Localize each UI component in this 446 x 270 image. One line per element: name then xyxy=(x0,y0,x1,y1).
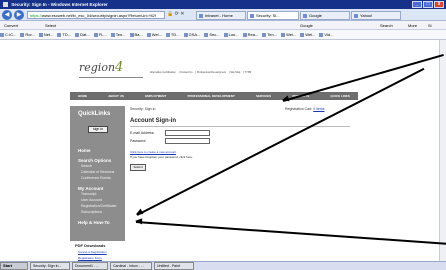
bookmark-item[interactable]: Net... xyxy=(38,30,53,39)
left-sidebar: QuickLinks sign in Home Search Options S… xyxy=(70,106,125,241)
pdf-registration-form[interactable]: Registration Form xyxy=(78,256,102,260)
maximize-button[interactable]: □ xyxy=(423,1,433,8)
quicklinks-heading: QuickLinks xyxy=(78,111,111,117)
create-account-link[interactable]: Click here to create a new account xyxy=(130,150,176,154)
toplink-typr[interactable]: TYPR xyxy=(245,71,252,74)
sidebar-subscriptions[interactable]: Subscriptions xyxy=(81,210,102,214)
bookmark-item[interactable]: Wel... xyxy=(146,30,162,39)
title-divider xyxy=(130,126,350,127)
forgot-password-text[interactable]: If you have forgotten your password, cli… xyxy=(130,155,193,159)
bookmark-item[interactable]: Ten... xyxy=(110,30,126,39)
page-title: Account Sign-in xyxy=(130,118,176,124)
sidebar-home[interactable]: Home xyxy=(78,148,91,153)
logo-number: 4 xyxy=(115,60,124,75)
submit-button[interactable]: Submit xyxy=(130,164,146,171)
logo-underline xyxy=(79,77,143,78)
address-bar: ◀ ▶ https://www.escweb.net/tx_esc_04/sec… xyxy=(0,9,446,21)
task-ie[interactable]: Security: Sign In... xyxy=(30,262,70,270)
scrollbar[interactable] xyxy=(439,40,446,261)
nav-employment[interactable]: EMPLOYMENT xyxy=(145,92,166,100)
signin-menu[interactable]: Si xyxy=(428,21,432,30)
refresh-icon[interactable]: ⟳ xyxy=(175,11,179,17)
tab-google[interactable]: Google xyxy=(300,11,350,20)
search-button[interactable]: Search xyxy=(380,21,393,30)
google-search-box[interactable]: Google xyxy=(300,21,313,30)
main-nav: HOME ABOUT US EMPLOYMENT PROFESSIONAL DE… xyxy=(70,92,358,100)
sidebar-search[interactable]: Search xyxy=(81,164,92,168)
toplink-prof-dev[interactable]: Professional Development xyxy=(197,71,226,74)
sidebar-signin-button[interactable]: sign in xyxy=(88,126,108,133)
task-inbox[interactable]: Cardinal - Inbox - ... xyxy=(110,262,152,270)
bookmark-item[interactable]: Lon... xyxy=(223,30,239,39)
bookmark-item[interactable]: Ror... xyxy=(20,30,35,39)
window-title: Security: Sign In - Windows Internet Exp… xyxy=(11,2,108,7)
bookmark-item[interactable]: Ba... xyxy=(129,30,143,39)
sidebar-registration[interactable]: Registration/Certificate xyxy=(81,204,116,208)
registration-cart: Registration Cart: 0 items xyxy=(285,107,325,111)
bookmark-item[interactable]: Wel... xyxy=(281,30,296,39)
task-paint[interactable]: Untitled - Paint xyxy=(154,262,194,270)
bookmark-item[interactable]: Vid... xyxy=(319,30,333,39)
convert-menu[interactable]: Convert xyxy=(4,21,18,30)
region4-logo[interactable]: region4 xyxy=(79,60,123,75)
address-icons: 🔒 ⟳ ✕ xyxy=(167,11,184,17)
tab-yahoo[interactable]: Yahoo! xyxy=(351,11,401,20)
nav-services[interactable]: SERVICES xyxy=(256,92,271,100)
stop-icon[interactable]: ✕ xyxy=(180,11,184,17)
toplink-sitemap[interactable]: Site Map xyxy=(230,71,240,74)
url-field[interactable]: https://www.escweb.net/tx_esc_04/securit… xyxy=(27,11,165,19)
close-button[interactable]: x xyxy=(434,1,444,8)
favorites-bar: C:\C... Ror... Net... TD... Dat... FL... Ten..… xyxy=(0,30,446,40)
password-field[interactable] xyxy=(165,138,210,144)
task-document[interactable]: Document1 - ... xyxy=(72,262,108,270)
bookmark-item[interactable]: Dat... xyxy=(75,30,90,39)
start-button[interactable]: Start xyxy=(0,262,28,270)
forward-icon[interactable]: ▶ xyxy=(14,10,24,20)
bookmark-item[interactable]: Rea... xyxy=(242,30,258,39)
bookmark-item[interactable]: TD... xyxy=(57,30,71,39)
toplink-alt-cert[interactable]: Alternative Certification xyxy=(150,71,176,74)
more-button[interactable]: More xyxy=(408,21,417,30)
sidebar-user-account[interactable]: User Account xyxy=(81,198,102,202)
bookmark-item[interactable]: FL... xyxy=(93,30,107,39)
ie-icon xyxy=(3,2,8,8)
tab-security[interactable]: Security: Si... xyxy=(247,11,299,20)
toplink-contact[interactable]: Contact Us xyxy=(180,71,192,74)
back-icon[interactable]: ◀ xyxy=(2,10,12,20)
nav-home[interactable]: HOME xyxy=(78,92,87,100)
nav-prof-dev[interactable]: PROFESSIONAL DEVELOPMENT xyxy=(188,92,235,100)
bookmark-item[interactable]: C:\C... xyxy=(0,30,16,39)
bookmark-item[interactable]: TD... xyxy=(165,30,180,39)
sidebar-calendar[interactable]: Calendar of Sessions xyxy=(81,170,114,174)
sidebar-help[interactable]: Help & How-To xyxy=(78,220,110,225)
bookmark-item[interactable]: Wel... xyxy=(300,30,315,39)
sidebar-transcript[interactable]: Transcript xyxy=(81,192,96,196)
bookmark-item[interactable]: GSA... xyxy=(183,30,200,39)
tab-intranet[interactable]: Intranet - Home xyxy=(196,11,246,20)
pdf-cancel-registration[interactable]: Cancel a Registration xyxy=(78,250,107,254)
pdf-downloads-heading: PDF Downloads xyxy=(75,243,106,248)
sidebar-conference[interactable]: Conference Events xyxy=(81,176,111,180)
top-links: Alternative Certification | Contact Us | P… xyxy=(150,71,252,74)
url-scheme: https:// xyxy=(30,13,43,18)
bookmark-item[interactable]: Sec... xyxy=(204,30,220,39)
bookmark-item[interactable]: Ten... xyxy=(262,30,277,39)
password-label: Password: xyxy=(130,139,147,143)
regcart-link[interactable]: 0 items xyxy=(313,107,324,111)
email-field[interactable] xyxy=(165,130,210,136)
nav-about[interactable]: ABOUT US xyxy=(108,92,124,100)
lock-icon[interactable]: 🔒 xyxy=(167,11,173,17)
email-label: E-mail Address: xyxy=(130,131,155,135)
regcart-label: Registration Cart: xyxy=(285,107,313,111)
search-options-heading: Search Options xyxy=(78,158,112,163)
command-bar: Convert Select Google Search More Si xyxy=(0,21,446,30)
select-menu[interactable]: Select xyxy=(45,21,56,30)
breadcrumb: Security: Sign In xyxy=(130,107,156,111)
minimize-button[interactable]: _ xyxy=(412,1,422,8)
logo-text: region xyxy=(79,61,116,74)
window-titlebar: Security: Sign In - Windows Internet Exp… xyxy=(0,0,446,9)
nav-quicklinks[interactable]: QUICK LINKS xyxy=(330,92,350,100)
url-rest: www.escweb.net/tx_esc_04/security/signin… xyxy=(42,13,156,18)
my-account-heading: My Account xyxy=(78,186,104,191)
